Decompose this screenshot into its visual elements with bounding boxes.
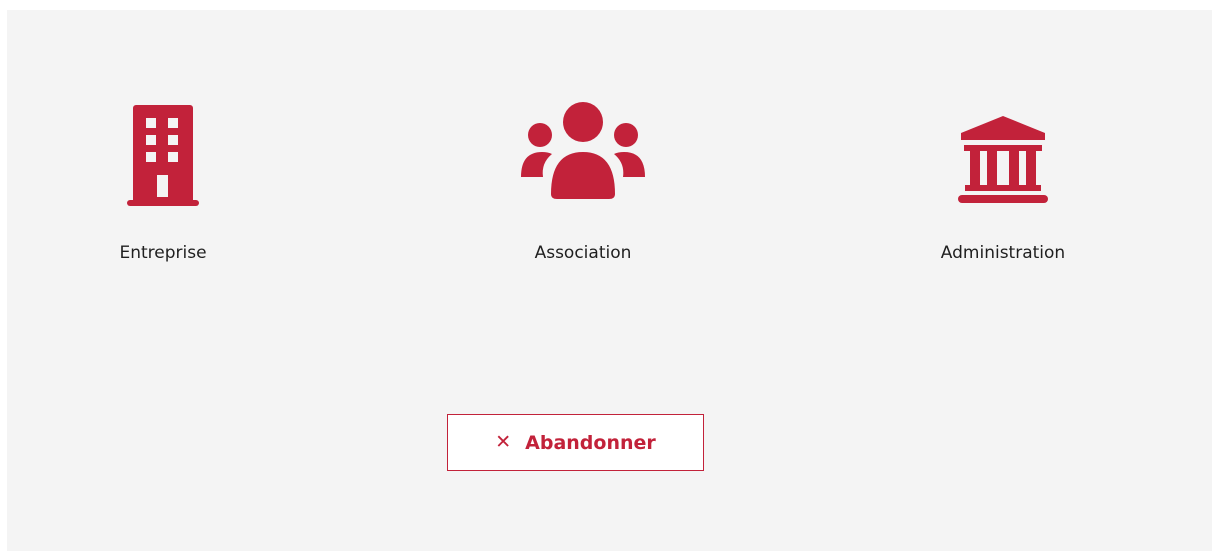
abandon-button-label: Abandonner	[525, 431, 656, 454]
government-building-icon	[893, 100, 1113, 220]
building-icon	[53, 100, 273, 220]
abandon-button[interactable]: ✕ Abandonner	[447, 414, 704, 471]
choice-label-association: Association	[534, 243, 632, 263]
choice-association[interactable]: Association	[473, 100, 693, 290]
users-icon	[473, 100, 693, 220]
close-icon: ✕	[495, 431, 512, 453]
choice-entreprise[interactable]: Entreprise	[53, 100, 273, 290]
choice-panel: Entreprise Association Administration ✕ …	[7, 10, 1212, 551]
choice-administration[interactable]: Administration	[893, 100, 1113, 290]
choice-label-entreprise: Entreprise	[119, 243, 207, 263]
choice-label-administration: Administration	[940, 243, 1066, 263]
